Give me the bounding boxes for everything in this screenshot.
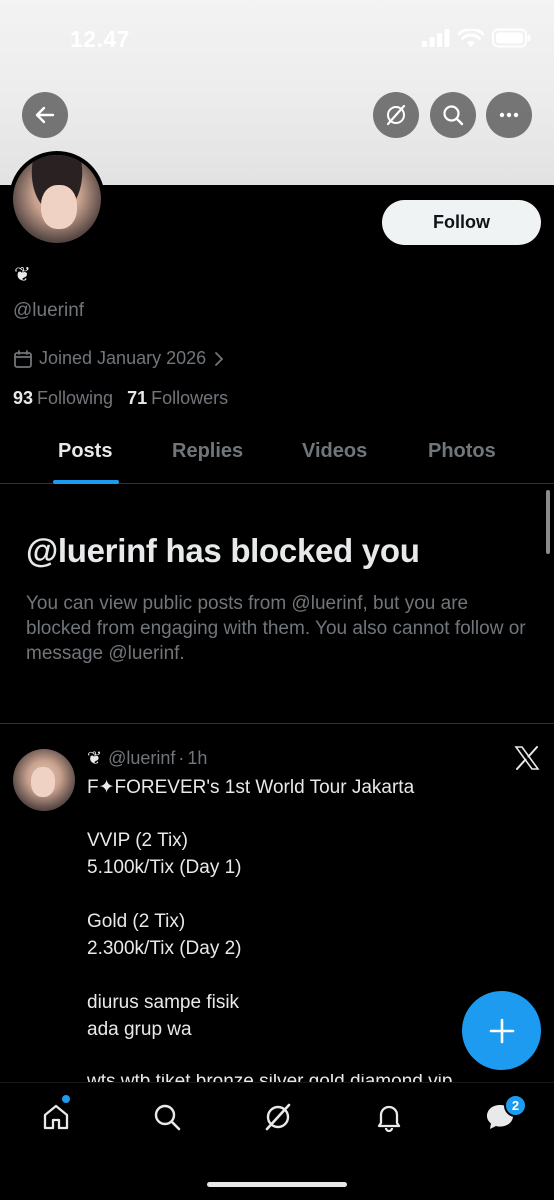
tab-videos[interactable]: Videos	[302, 440, 367, 463]
followers-count: 71	[127, 388, 148, 408]
tab-photos[interactable]: Photos	[428, 440, 496, 463]
status-icons	[422, 28, 532, 48]
post-text-line: 2.300k/Tix (Day 2)	[87, 938, 242, 959]
avatar-face	[41, 185, 77, 229]
search-icon	[154, 1104, 181, 1131]
blocked-title: @luerinf has blocked you	[26, 532, 420, 569]
home-icon	[43, 1104, 69, 1130]
joined-date[interactable]: Joined January 2026	[13, 348, 226, 369]
plus-icon	[489, 1018, 514, 1043]
post-avatar[interactable]	[13, 749, 75, 811]
back-button[interactable]	[22, 92, 68, 138]
following-stat[interactable]: 93 Following	[13, 388, 113, 409]
tab-replies[interactable]: Replies	[172, 440, 243, 463]
home-unread-dot	[62, 1095, 70, 1103]
grok-icon	[386, 104, 406, 126]
signal-icon	[422, 29, 450, 47]
search-icon	[443, 105, 464, 126]
more-icon	[499, 112, 519, 118]
post-time: 1h	[187, 748, 208, 768]
post-handle[interactable]: @luerinf	[108, 748, 175, 769]
wifi-icon	[458, 28, 484, 47]
follow-stats: 93 Following 71 Followers	[13, 388, 228, 409]
active-tab-indicator	[53, 480, 119, 484]
following-count: 93	[13, 388, 34, 408]
profile-avatar[interactable]	[9, 151, 105, 247]
following-label: Following	[37, 388, 114, 408]
post-text-line: ada grup wa	[87, 1019, 192, 1040]
compose-button[interactable]	[462, 991, 541, 1070]
followers-label: Followers	[151, 388, 229, 408]
messages-badge: 2	[504, 1094, 527, 1117]
chevron-right-icon	[215, 351, 224, 366]
arrow-left-icon	[35, 106, 55, 124]
post-header: ❦ @luerinf · 1h	[87, 748, 207, 769]
post-text-line: F✦FOREVER's 1st World Tour Jakarta	[87, 777, 415, 798]
search-button[interactable]	[430, 92, 476, 138]
battery-icon	[492, 28, 531, 48]
grok-button[interactable]	[373, 92, 419, 138]
follow-button[interactable]: Follow	[382, 200, 541, 245]
tab-posts[interactable]: Posts	[58, 440, 112, 463]
post-text-line: Gold (2 Tix)	[87, 911, 186, 932]
divider	[0, 723, 554, 724]
followers-stat[interactable]: 71 Followers	[127, 388, 228, 409]
bell-icon	[377, 1105, 401, 1132]
more-button[interactable]	[486, 92, 532, 138]
calendar-icon	[14, 349, 32, 368]
profile-display-name-emoji: ❦	[14, 264, 31, 286]
blocked-description: You can view public posts from @luerinf,…	[26, 593, 526, 664]
grok-icon	[265, 1103, 291, 1131]
status-time: 12.47	[70, 26, 131, 52]
post-author-emoji: ❦	[87, 748, 103, 768]
nav-home[interactable]	[36, 1097, 76, 1137]
post-text-line: 5.100k/Tix (Day 1)	[87, 857, 242, 878]
joined-text: Joined January 2026	[39, 348, 207, 368]
profile-tabs: Posts Replies Videos Photos	[0, 426, 554, 484]
profile-handle: @luerinf	[13, 300, 85, 321]
post-text-line: diurus sampe fisik	[87, 992, 240, 1013]
post-separator: ·	[178, 748, 185, 768]
x-logo-icon	[514, 745, 540, 777]
nav-grok[interactable]	[258, 1097, 298, 1137]
scrollbar[interactable]	[546, 490, 550, 554]
post-text-line-cut: wts wtb tiket bronze silver gold diamond…	[87, 1074, 452, 1082]
post-avatar-face	[31, 767, 55, 797]
nav-notifications[interactable]	[369, 1097, 409, 1137]
post-text-line: VVIP (2 Tix)	[87, 830, 189, 851]
nav-search[interactable]	[147, 1097, 187, 1137]
home-indicator	[207, 1182, 347, 1187]
